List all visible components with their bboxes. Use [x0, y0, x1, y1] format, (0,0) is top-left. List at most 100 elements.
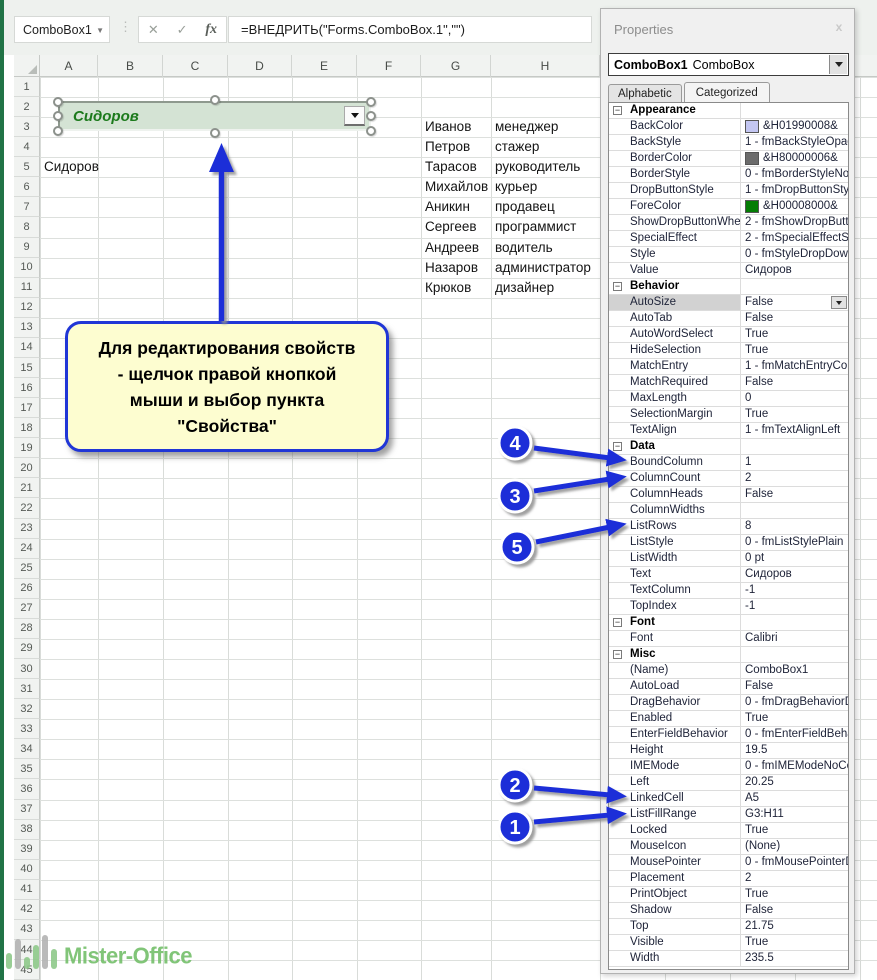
cell-H11[interactable]: дизайнер — [495, 280, 554, 295]
property-value[interactable]: &H01990008& — [741, 119, 848, 134]
property-value[interactable]: False — [741, 487, 848, 502]
property-row-backcolor[interactable]: BackColor&H01990008& — [609, 119, 848, 135]
property-value[interactable]: Сидоров — [741, 567, 848, 582]
selection-handle[interactable] — [53, 126, 63, 136]
row-header-30[interactable]: 30 — [14, 659, 40, 679]
row-header-22[interactable]: 22 — [14, 498, 40, 518]
object-selector[interactable]: ComboBox1 ComboBox — [608, 53, 849, 76]
row-header-2[interactable]: 2 — [14, 97, 40, 117]
property-value[interactable]: 8 — [741, 519, 848, 534]
collapse-icon[interactable]: − — [613, 650, 622, 659]
property-row-height[interactable]: Height19.5 — [609, 743, 848, 759]
property-row-name[interactable]: (Name)ComboBox1 — [609, 663, 848, 679]
row-header-33[interactable]: 33 — [14, 719, 40, 739]
close-icon[interactable]: x — [831, 19, 847, 35]
row-header-26[interactable]: 26 — [14, 579, 40, 599]
property-category-behavior[interactable]: −Behavior — [609, 279, 848, 295]
property-row-listrows[interactable]: ListRows8 — [609, 519, 848, 535]
property-value[interactable]: True — [741, 935, 848, 950]
property-row-autoload[interactable]: AutoLoadFalse — [609, 679, 848, 695]
property-value[interactable]: 20.25 — [741, 775, 848, 790]
property-row-value[interactable]: ValueСидоров — [609, 263, 848, 279]
selection-handle[interactable] — [366, 111, 376, 121]
property-value[interactable]: False — [741, 311, 848, 326]
property-row-backstyle[interactable]: BackStyle1 - fmBackStyleOpaqu — [609, 135, 848, 151]
column-header-D[interactable]: D — [228, 55, 292, 77]
property-value[interactable]: -1 — [741, 583, 848, 598]
selection-handle[interactable] — [210, 95, 220, 105]
property-value[interactable]: 1 — [741, 455, 848, 470]
collapse-icon[interactable]: − — [613, 282, 622, 291]
property-value[interactable]: Calibri — [741, 631, 848, 646]
row-header-3[interactable]: 3 — [14, 117, 40, 137]
property-row-enabled[interactable]: EnabledTrue — [609, 711, 848, 727]
property-value[interactable]: False — [741, 375, 848, 390]
row-header-38[interactable]: 38 — [14, 820, 40, 840]
select-all-button[interactable] — [14, 55, 40, 77]
property-value[interactable]: False — [741, 903, 848, 918]
row-header-31[interactable]: 31 — [14, 679, 40, 699]
row-header-23[interactable]: 23 — [14, 519, 40, 539]
column-header-C[interactable]: C — [163, 55, 228, 77]
tab-alphabetic[interactable]: Alphabetic — [608, 84, 682, 102]
row-header-5[interactable]: 5 — [14, 157, 40, 177]
cell-G10[interactable]: Назаров — [425, 260, 478, 275]
property-row-width[interactable]: Width235.5 — [609, 951, 848, 967]
property-row-maxlength[interactable]: MaxLength0 — [609, 391, 848, 407]
property-value[interactable]: 2 — [741, 471, 848, 486]
column-header-G[interactable]: G — [421, 55, 491, 77]
property-value[interactable]: False — [741, 295, 848, 310]
column-header-H[interactable]: H — [491, 55, 600, 77]
property-value[interactable]: ComboBox1 — [741, 663, 848, 678]
property-value[interactable]: 0 - fmMousePointerDe — [741, 855, 848, 870]
property-value[interactable]: 0 - fmStyleDropDown — [741, 247, 848, 262]
property-value[interactable]: &H80000006& — [741, 151, 848, 166]
row-header-6[interactable]: 6 — [14, 177, 40, 197]
property-value[interactable]: 0 - fmDragBehaviorDi — [741, 695, 848, 710]
row-header-13[interactable]: 13 — [14, 318, 40, 338]
property-row-enterfieldbehavior[interactable]: EnterFieldBehavior0 - fmEnterFieldBehav — [609, 727, 848, 743]
row-header-27[interactable]: 27 — [14, 599, 40, 619]
property-category-misc[interactable]: −Misc — [609, 647, 848, 663]
property-row-matchentry[interactable]: MatchEntry1 - fmMatchEntryCom — [609, 359, 848, 375]
row-header-7[interactable]: 7 — [14, 197, 40, 217]
row-header-15[interactable]: 15 — [14, 358, 40, 378]
property-value[interactable]: 19.5 — [741, 743, 848, 758]
property-row-textalign[interactable]: TextAlign1 - fmTextAlignLeft — [609, 423, 848, 439]
property-row-font[interactable]: FontCalibri — [609, 631, 848, 647]
property-value[interactable]: &H00008000& — [741, 199, 848, 214]
property-row-linkedcell[interactable]: LinkedCellA5 — [609, 791, 848, 807]
row-header-4[interactable]: 4 — [14, 137, 40, 157]
property-row-showdropbuttonwhen[interactable]: ShowDropButtonWhen2 - fmShowDropButto — [609, 215, 848, 231]
property-value[interactable]: True — [741, 407, 848, 422]
row-header-12[interactable]: 12 — [14, 298, 40, 318]
property-row-topindex[interactable]: TopIndex-1 — [609, 599, 848, 615]
property-value[interactable]: 1 - fmBackStyleOpaqu — [741, 135, 848, 150]
selection-handle[interactable] — [53, 111, 63, 121]
row-header-14[interactable]: 14 — [14, 338, 40, 358]
selection-handle[interactable] — [53, 97, 63, 107]
property-value[interactable]: True — [741, 343, 848, 358]
property-value[interactable]: True — [741, 887, 848, 902]
property-row-autotab[interactable]: AutoTabFalse — [609, 311, 848, 327]
cell-G5[interactable]: Тарасов — [425, 159, 477, 174]
row-header-24[interactable]: 24 — [14, 539, 40, 559]
row-header-40[interactable]: 40 — [14, 860, 40, 880]
collapse-icon[interactable]: − — [613, 106, 622, 115]
property-row-columncount[interactable]: ColumnCount2 — [609, 471, 848, 487]
cell-G9[interactable]: Андреев — [425, 240, 479, 255]
row-header-29[interactable]: 29 — [14, 639, 40, 659]
selection-handle[interactable] — [366, 126, 376, 136]
row-header-16[interactable]: 16 — [14, 378, 40, 398]
property-value[interactable]: A5 — [741, 791, 848, 806]
property-row-columnheads[interactable]: ColumnHeadsFalse — [609, 487, 848, 503]
property-value[interactable] — [741, 503, 848, 518]
property-row-locked[interactable]: LockedTrue — [609, 823, 848, 839]
property-row-mousepointer[interactable]: MousePointer0 - fmMousePointerDe — [609, 855, 848, 871]
cell-H10[interactable]: администратор — [495, 260, 591, 275]
cell-A5[interactable]: Сидоров — [44, 159, 99, 174]
cell-G6[interactable]: Михайлов — [425, 179, 488, 194]
property-row-specialeffect[interactable]: SpecialEffect2 - fmSpecialEffectSu — [609, 231, 848, 247]
property-value[interactable]: 0 - fmEnterFieldBehav — [741, 727, 848, 742]
property-row-imemode[interactable]: IMEMode0 - fmIMEModeNoCon — [609, 759, 848, 775]
